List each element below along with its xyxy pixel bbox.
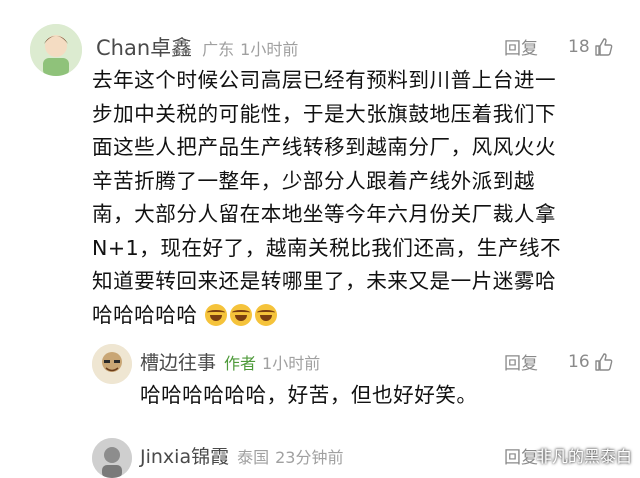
comment-author-name[interactable]: Jinxia锦霞 xyxy=(140,442,229,469)
comment-line: 南，大部分人留在本地坐等今年六月份关厂裁人拿 xyxy=(92,202,557,226)
reply-button[interactable]: 回复 xyxy=(504,443,538,468)
like-count: 16 xyxy=(568,351,590,372)
reply-button[interactable]: 回复 xyxy=(504,34,538,59)
comment-line: 去年这个时候公司高层已经有预料到川普上台进一 xyxy=(92,68,557,92)
laughing-crying-emoji xyxy=(229,303,252,326)
comment-line: 面这些人把产品生产线转移到越南分厂，风风火火 xyxy=(92,135,557,159)
comment-text: 去年这个时候公司高层已经有预料到川普上台进一 步加中关税的可能性，于是大张旗鼓地… xyxy=(92,64,561,332)
comment-location: 泰国 xyxy=(237,448,270,467)
avatar[interactable] xyxy=(30,24,82,76)
thumbs-up-icon[interactable] xyxy=(594,37,614,57)
avatar[interactable] xyxy=(92,344,132,384)
avatar[interactable] xyxy=(92,438,132,478)
comment-location: 广东 xyxy=(202,40,235,59)
comment-line: 辛苦折腾了一整年，少部分人跟着产线外派到越 xyxy=(92,168,535,193)
comment-author-name[interactable]: Chan卓鑫 xyxy=(96,32,192,62)
reply-button[interactable]: 回复 xyxy=(504,349,538,374)
thumbs-up-icon[interactable] xyxy=(594,352,614,372)
watermark: 非凡的黑泰白 xyxy=(535,447,632,466)
laughing-crying-emoji xyxy=(254,303,277,326)
comment-line: 哈哈哈哈哈 xyxy=(92,302,198,327)
comment-line: N+1，现在好了，越南关税比我们还高，生产线不 xyxy=(92,235,562,260)
author-badge: 作者 xyxy=(224,354,257,373)
like-count: 18 xyxy=(568,36,590,57)
comment-line: 知道要转回来还是转哪里了，未来又是一片迷雾哈 xyxy=(92,269,557,293)
comment-time: 23分钟前 xyxy=(275,448,344,467)
comment-time: 1小时前 xyxy=(262,354,321,373)
comment-author-name[interactable]: 槽边往事 xyxy=(140,348,216,375)
comment-last-line: 哈哈哈哈哈 xyxy=(92,299,561,333)
comment-line: 步加中关税的可能性，于是大张旗鼓地压着我们下 xyxy=(92,101,557,126)
comment-text: 哈哈哈哈哈哈，好苦，但也好好笑。 xyxy=(140,383,478,407)
comment-time: 1小时前 xyxy=(240,40,299,59)
laughing-crying-emoji xyxy=(204,303,227,326)
